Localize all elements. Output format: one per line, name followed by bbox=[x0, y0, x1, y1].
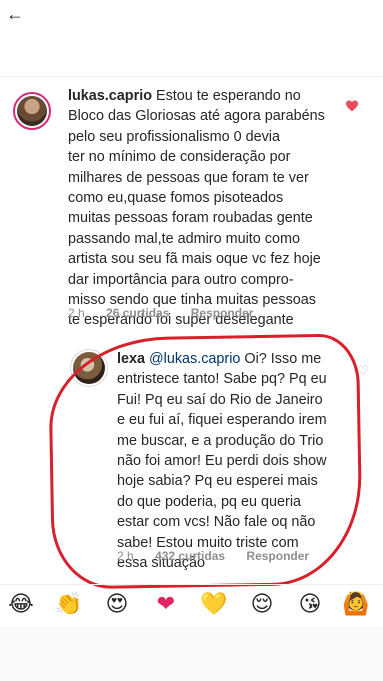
comment-meta: 2 h 26 curtidas Responder bbox=[68, 306, 271, 320]
red-heart-emoji-icon[interactable]: ❤ bbox=[152, 591, 180, 619]
comment-username[interactable]: lukas.caprio bbox=[68, 88, 152, 104]
kissing-emoji-icon[interactable]: 😘 bbox=[296, 591, 324, 619]
avatar[interactable] bbox=[70, 349, 108, 387]
likes-count[interactable]: 26 curtidas bbox=[106, 306, 169, 320]
comment-lexa: lexa @lukas.caprio Oi? Isso me entristec… bbox=[0, 349, 383, 571]
reaction-bar: 😂 👏 😍 ❤ 💛 😌 😘 🙆 bbox=[0, 584, 383, 627]
comment-text: lexa @lukas.caprio Oi? Isso me entristec… bbox=[117, 349, 337, 573]
comment-meta: 2 h 432 curtidas Responder bbox=[117, 549, 327, 563]
heart-filled-icon[interactable] bbox=[345, 100, 359, 112]
heart-outline-icon[interactable]: ♡ bbox=[357, 363, 369, 379]
comment-username[interactable]: lexa bbox=[117, 351, 145, 367]
heart-eyes-emoji-icon[interactable]: 😍 bbox=[103, 591, 131, 619]
laughing-emoji-icon[interactable]: 😂 bbox=[7, 591, 35, 619]
likes-count[interactable]: 432 curtidas bbox=[155, 549, 225, 563]
clapping-emoji-icon[interactable]: 👏 bbox=[55, 591, 83, 619]
bottom-area bbox=[0, 626, 383, 681]
mention-link[interactable]: @lukas.caprio bbox=[149, 351, 240, 367]
reply-button[interactable]: Responder bbox=[191, 306, 254, 320]
person-gesturing-emoji-icon[interactable]: 🙆 bbox=[342, 591, 370, 619]
top-bar: ← bbox=[0, 0, 383, 77]
comment-time: 2 h bbox=[117, 549, 134, 563]
back-arrow-icon[interactable]: ← bbox=[6, 4, 24, 25]
comment-text: lukas.caprio Estou te esperando no Bloco… bbox=[68, 86, 340, 331]
comment-body: Estou te esperando no Bloco das Gloriosa… bbox=[68, 88, 325, 329]
yellow-heart-emoji-icon[interactable]: 💛 bbox=[200, 591, 228, 619]
comment-lukas: lukas.caprio Estou te esperando no Bloco… bbox=[0, 86, 383, 328]
reply-button[interactable]: Responder bbox=[246, 549, 309, 563]
relieved-emoji-icon[interactable]: 😌 bbox=[248, 591, 276, 619]
comment-body: Oi? Isso me entristece tanto! Sabe pq? P… bbox=[117, 351, 327, 572]
avatar[interactable] bbox=[13, 92, 51, 130]
comment-time: 2 h bbox=[68, 306, 85, 320]
